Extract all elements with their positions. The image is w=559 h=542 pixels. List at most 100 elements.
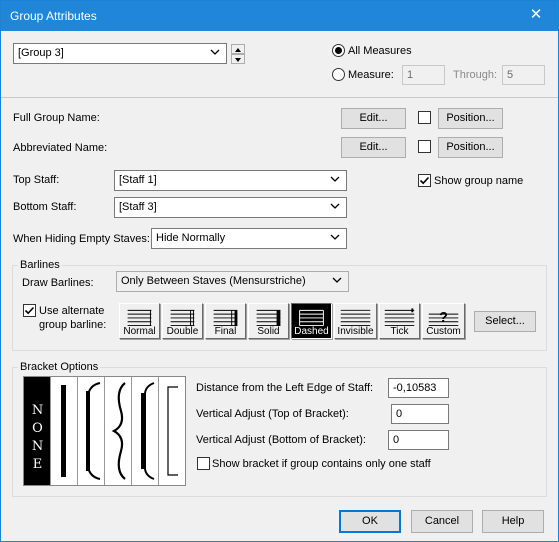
draw-barlines-label: Draw Barlines: [22, 277, 94, 289]
barline-double-button[interactable]: Double [162, 303, 203, 339]
hiding-empty-staves-select[interactable]: Hide Normally [151, 228, 347, 249]
title-bar: Group Attributes ✕ [1, 1, 558, 31]
barline-normal-label: Normal [123, 326, 156, 337]
measure-from-value: 1 [407, 69, 414, 81]
barline-invisible-label: Invisible [337, 326, 374, 337]
barline-dashed-button[interactable]: Dashed [291, 303, 332, 339]
group-select-value: [Group 3] [18, 47, 64, 59]
show-bracket-single-staff-checkbox[interactable] [197, 457, 210, 470]
top-staff-label: Top Staff: [13, 174, 60, 186]
use-alternate-label-line1[interactable]: Use alternate [39, 305, 104, 317]
measure-through-field[interactable]: 5 [502, 65, 545, 85]
bracket-options-title: Bracket Options [18, 361, 101, 373]
bracket-square-icon [141, 382, 155, 480]
barline-normal-button[interactable]: Normal [119, 303, 160, 339]
full-name-edit-button[interactable]: Edit... [341, 108, 406, 129]
vertical-bottom-field[interactable]: 0 [388, 430, 449, 450]
barline-tick-icon [384, 308, 415, 327]
measure-from-field[interactable]: 1 [402, 65, 445, 85]
vertical-top-value: 0 [396, 408, 403, 420]
bottom-staff-select[interactable]: [Staff 3] [114, 197, 347, 218]
bracket-thick-icon [61, 385, 66, 477]
chevron-down-icon [330, 234, 340, 240]
bracket-thin-icon [167, 386, 178, 476]
chevron-down-icon [330, 176, 340, 182]
barline-invisible-button[interactable]: Invisible [334, 303, 377, 339]
abbrev-name-position-button[interactable]: Position... [438, 137, 503, 158]
ok-button[interactable]: OK [339, 510, 401, 533]
help-button[interactable]: Help [482, 510, 544, 533]
top-staff-select[interactable]: [Staff 1] [114, 170, 347, 191]
barline-solid-button[interactable]: Solid [248, 303, 289, 339]
show-group-name-checkbox[interactable] [418, 174, 431, 187]
show-group-name-label[interactable]: Show group name [434, 175, 523, 187]
barline-normal-icon [127, 309, 152, 327]
vertical-top-label: Vertical Adjust (Top of Bracket): [196, 408, 349, 420]
hiding-empty-staves-value: Hide Normally [156, 232, 226, 244]
bottom-staff-value: [Staff 3] [119, 201, 157, 213]
checkmark-icon [419, 176, 430, 185]
barlines-group-title: Barlines [18, 259, 62, 271]
measure-label[interactable]: Measure: [348, 69, 394, 81]
barline-final-button[interactable]: Final [205, 303, 246, 339]
barline-solid-label: Solid [257, 326, 280, 337]
vertical-bottom-value: 0 [393, 434, 400, 446]
distance-field[interactable]: -0,10583 [388, 378, 449, 398]
top-staff-value: [Staff 1] [119, 174, 157, 186]
window-title: Group Attributes [10, 9, 97, 23]
checkmark-icon [24, 306, 35, 315]
cancel-button[interactable]: Cancel [411, 510, 473, 533]
barline-dashed-label: Dashed [294, 326, 329, 337]
group-down-spinner[interactable] [231, 54, 245, 64]
chevron-down-icon [330, 203, 340, 209]
chevron-down-icon [332, 277, 342, 283]
barline-tick-label: Tick [390, 326, 409, 337]
bracket-none-e: E [33, 457, 43, 472]
hiding-empty-staves-label: When Hiding Empty Staves: [13, 233, 150, 245]
bracket-square-option[interactable] [132, 377, 159, 485]
bracket-brace-option[interactable] [105, 377, 132, 485]
measure-radio[interactable] [332, 68, 345, 81]
draw-barlines-select[interactable]: Only Between Staves (Mensurstriche) [116, 271, 349, 292]
use-alternate-label-line2[interactable]: group barline: [39, 319, 106, 331]
bracket-none-option[interactable]: N O N E [24, 377, 51, 485]
group-select[interactable]: [Group 3] [13, 43, 227, 64]
barline-custom-label: Custom [426, 326, 461, 337]
barline-tick-button[interactable]: Tick [379, 303, 420, 339]
chevron-down-icon [210, 49, 220, 55]
distance-value: -0,10583 [393, 382, 437, 394]
bracket-style-picker: N O N E [23, 376, 186, 486]
bracket-brace-icon [111, 382, 126, 480]
barline-double-icon [170, 309, 195, 327]
vertical-top-field[interactable]: 0 [391, 404, 449, 424]
divider [1, 97, 558, 98]
select-barline-button[interactable]: Select... [474, 311, 536, 332]
bracket-curved-icon [86, 382, 101, 480]
through-label: Through: [453, 69, 498, 81]
barline-double-label: Double [166, 326, 199, 337]
all-measures-label[interactable]: All Measures [348, 45, 412, 57]
svg-text:?: ? [439, 310, 448, 326]
measure-through-value: 5 [507, 69, 514, 81]
bracket-thin-option[interactable] [159, 377, 185, 485]
bracket-thick-option[interactable] [51, 377, 78, 485]
bracket-none-o: O [32, 421, 43, 436]
all-measures-radio[interactable] [332, 44, 345, 57]
full-name-position-checkbox[interactable] [418, 111, 431, 124]
full-name-position-button[interactable]: Position... [438, 108, 503, 129]
group-up-spinner[interactable] [231, 44, 245, 54]
abbrev-name-edit-button[interactable]: Edit... [341, 137, 406, 158]
vertical-bottom-label: Vertical Adjust (Bottom of Bracket): [196, 434, 366, 446]
close-icon[interactable]: ✕ [526, 5, 546, 25]
barline-final-icon [213, 309, 238, 327]
abbrev-name-position-checkbox[interactable] [418, 140, 431, 153]
barline-invisible-icon [340, 309, 371, 327]
abbreviated-name-label: Abbreviated Name: [13, 142, 108, 154]
bracket-curved-option[interactable] [78, 377, 105, 485]
full-group-name-label: Full Group Name: [13, 112, 100, 124]
show-bracket-single-staff-label[interactable]: Show bracket if group contains only one … [212, 458, 431, 470]
use-alternate-barline-checkbox[interactable] [23, 304, 36, 317]
arrow-up-icon [235, 48, 241, 52]
radio-dot-icon [335, 47, 342, 54]
barline-custom-button[interactable]: ? Custom [422, 303, 465, 339]
